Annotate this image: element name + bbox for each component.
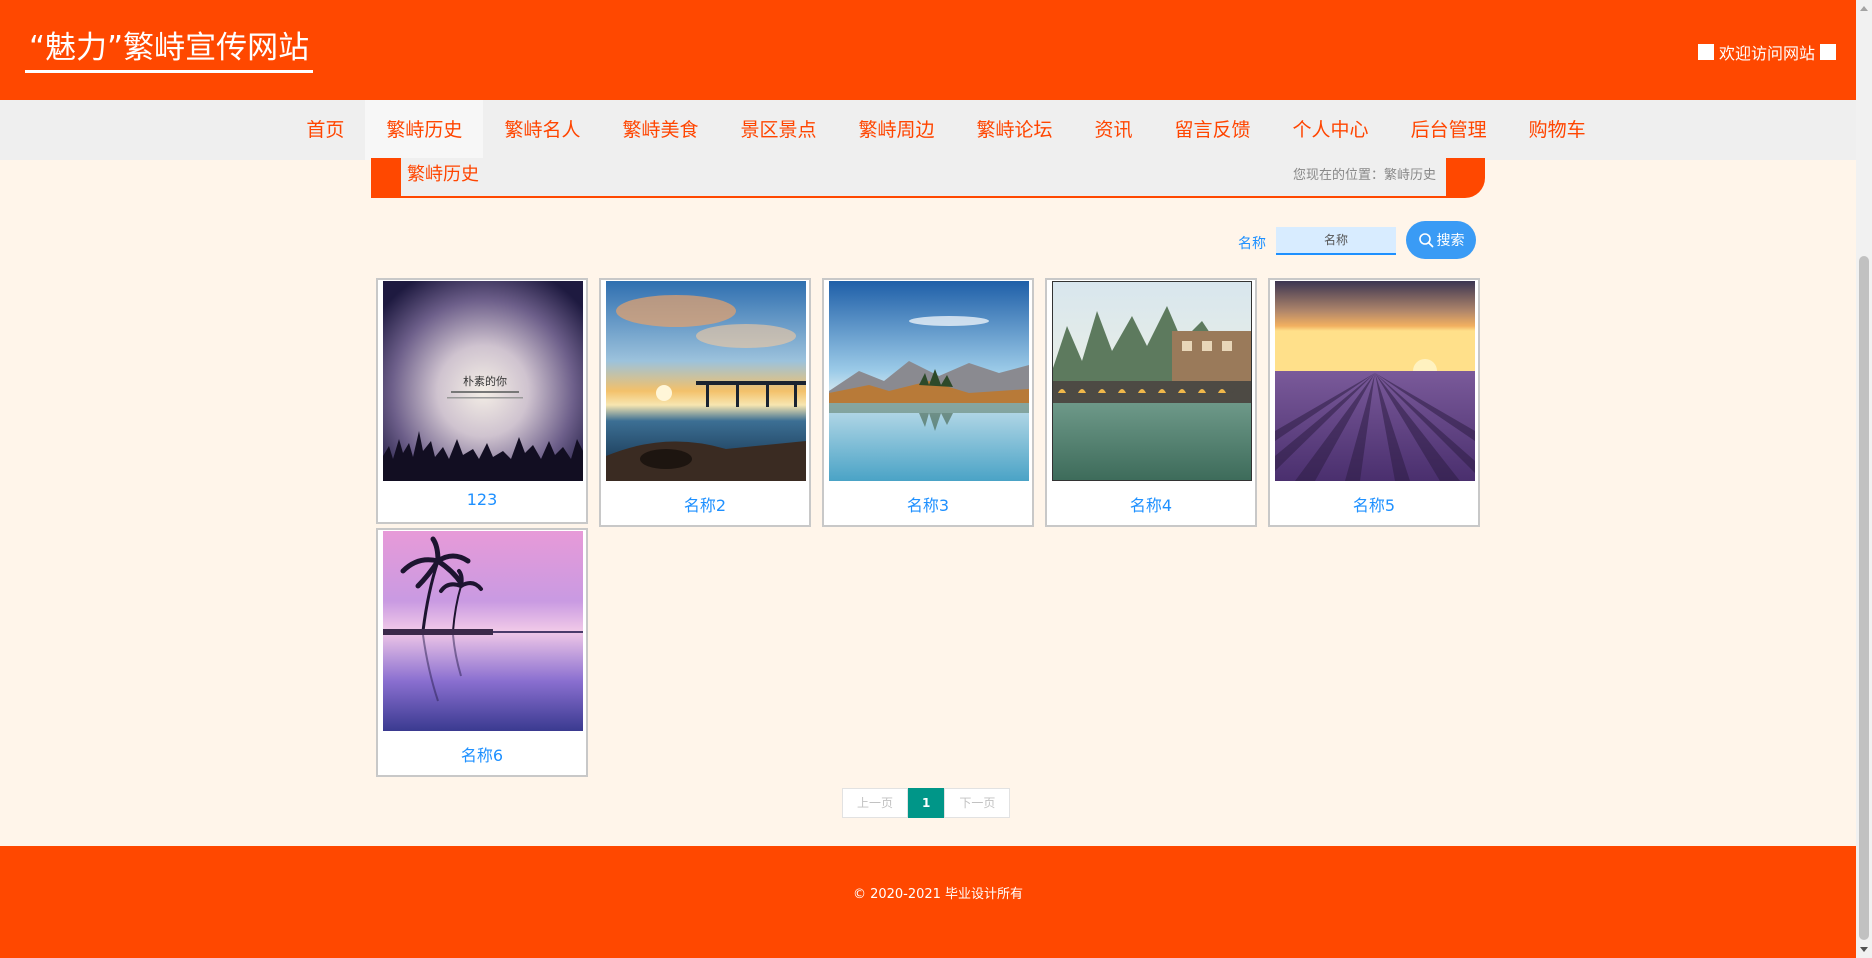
nav-item-celebrities[interactable]: 繁峙名人	[483, 100, 601, 160]
square-icon	[1697, 44, 1714, 60]
item-name[interactable]: 123	[378, 490, 586, 509]
search-input[interactable]	[1276, 227, 1396, 255]
scroll-down-arrow-icon[interactable]	[1860, 947, 1868, 952]
nav-item-admin[interactable]: 后台管理	[1390, 100, 1508, 160]
list-item[interactable]: 名称2	[599, 278, 811, 527]
next-page-button[interactable]: 下一页	[944, 788, 1011, 818]
item-name[interactable]: 名称6	[378, 742, 586, 766]
site-header: “魅力”繁峙宣传网站 欢迎访问网站	[0, 0, 1856, 100]
item-image[interactable]	[1052, 281, 1252, 481]
nav-item-history[interactable]: 繁峙历史	[365, 100, 484, 160]
item-image[interactable]	[829, 281, 1029, 481]
item-name[interactable]: 名称3	[824, 492, 1032, 516]
square-icon	[1820, 44, 1836, 60]
item-name[interactable]: 名称2	[601, 492, 809, 516]
nav-item-home[interactable]: 首页	[285, 100, 365, 160]
scrollbar-thumb[interactable]	[1859, 256, 1869, 940]
item-name[interactable]: 名称4	[1047, 492, 1255, 516]
page-number-current[interactable]: 1	[908, 788, 945, 818]
site-title[interactable]: “魅力”繁峙宣传网站	[25, 28, 314, 73]
viewport: “魅力”繁峙宣传网站 欢迎访问网站 首页 繁峙历史 繁峙名人 繁峙美食 景区景点…	[0, 0, 1856, 958]
copyright-text: © 2020-2021 毕业设计所有	[852, 887, 1024, 902]
main-nav: 首页 繁峙历史 繁峙名人 繁峙美食 景区景点 繁峙周边 繁峙论坛 资讯 留言反馈…	[0, 100, 1856, 160]
nav-item-cart[interactable]: 购物车	[1508, 100, 1607, 160]
pagination: 上一页 1 下一页	[842, 788, 1011, 818]
welcome-text: 欢迎访问网站	[1718, 44, 1815, 63]
item-image[interactable]	[383, 531, 583, 731]
breadcrumb: 繁峙历史 您现在的位置：繁峙历史	[371, 158, 1485, 198]
nav-item-news[interactable]: 资讯	[1074, 100, 1154, 160]
list-item[interactable]: 名称3	[822, 278, 1034, 527]
site-footer: © 2020-2021 毕业设计所有	[0, 846, 1856, 958]
nav-item-feedback[interactable]: 留言反馈	[1154, 100, 1272, 160]
nav-item-scenic-spots[interactable]: 景区景点	[719, 100, 837, 160]
search-icon	[1418, 233, 1433, 248]
item-image[interactable]	[606, 281, 806, 481]
list-item[interactable]: 名称6	[376, 528, 588, 777]
breadcrumb-panel: 繁峙历史 您现在的位置：繁峙历史	[401, 158, 1446, 196]
section-title: 繁峙历史	[407, 164, 479, 185]
nav-item-forum[interactable]: 繁峙论坛	[956, 100, 1074, 160]
search-button[interactable]: 搜索	[1406, 221, 1476, 259]
search-label: 名称	[1238, 236, 1266, 252]
item-image[interactable]	[1275, 281, 1475, 481]
item-image[interactable]: 朴素的你	[383, 281, 583, 481]
vertical-scrollbar[interactable]	[1856, 0, 1872, 958]
current-location: 您现在的位置：繁峙历史	[1292, 168, 1436, 183]
item-name[interactable]: 名称5	[1270, 492, 1478, 516]
nav-item-food[interactable]: 繁峙美食	[601, 100, 719, 160]
nav-item-surroundings[interactable]: 繁峙周边	[837, 100, 955, 160]
image-caption-text: 朴素的你	[463, 374, 507, 388]
list-item[interactable]: 名称5	[1268, 278, 1480, 527]
search-button-label: 搜索	[1436, 232, 1465, 248]
list-item[interactable]: 名称4	[1045, 278, 1257, 527]
prev-page-button[interactable]: 上一页	[842, 788, 909, 818]
nav-item-profile[interactable]: 个人中心	[1272, 100, 1390, 160]
scroll-up-arrow-icon[interactable]	[1860, 6, 1868, 11]
list-item[interactable]: 朴素的你 123	[376, 278, 588, 524]
welcome-area: 欢迎访问网站	[1697, 40, 1836, 64]
